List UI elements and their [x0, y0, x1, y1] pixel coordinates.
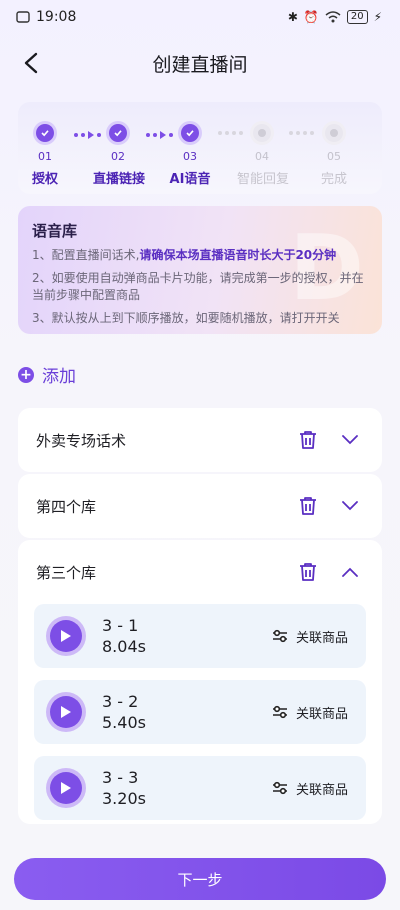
status-time: 19:08: [36, 9, 77, 25]
link-product-label: 关联商品: [295, 782, 348, 798]
library-card: 第三个库 3 - 1 8.04s 关联商品 3 - 2 5.40s 关联商品 3…: [18, 540, 382, 824]
library-card: 第四个库: [18, 474, 382, 538]
play-button[interactable]: [50, 620, 82, 652]
step-live-link: 02 直播链接: [93, 124, 146, 187]
step-number: 02: [111, 150, 125, 163]
audio-item: 3 - 1 8.04s 关联商品: [34, 604, 366, 668]
trash-icon: [300, 563, 316, 581]
chevron-up-icon: [342, 567, 358, 577]
expand-button[interactable]: [338, 428, 362, 452]
delete-button[interactable]: [296, 494, 320, 518]
library-name: 第三个库: [36, 563, 97, 582]
chevron-down-icon: [342, 501, 358, 511]
check-icon: [36, 124, 54, 142]
voice-library-info: D 语音库 1、配置直播间话术,请确保本场直播语音时长大于20分钟 2、如要使用…: [18, 206, 382, 334]
play-button[interactable]: [50, 696, 82, 728]
sliders-icon: [272, 629, 287, 643]
message-icon: [16, 11, 30, 23]
audio-name: 3 - 2: [102, 692, 139, 711]
audio-name: 3 - 1: [102, 616, 139, 635]
audio-duration: 3.20s: [102, 789, 146, 808]
link-product-button[interactable]: 关联商品: [272, 627, 348, 646]
library-card: 外卖专场话术: [18, 408, 382, 472]
expand-button[interactable]: [338, 494, 362, 518]
audio-name: 3 - 3: [102, 768, 139, 787]
voice-tip-1: 1、配置直播间话术,请确保本场直播语音时长大于20分钟: [32, 248, 337, 262]
step-complete: 05 完成: [309, 124, 359, 187]
step-number: 04: [255, 150, 269, 163]
library-header[interactable]: 第三个库: [18, 540, 382, 604]
play-icon: [61, 706, 71, 718]
bluetooth-icon: ✱: [287, 10, 298, 24]
audio-duration: 8.04s: [102, 637, 146, 656]
audio-duration: 5.40s: [102, 713, 146, 732]
trash-icon: [300, 497, 316, 515]
next-step-button[interactable]: 下一步: [14, 858, 386, 900]
link-product-button[interactable]: 关联商品: [272, 779, 348, 798]
voice-library-title: 语音库: [32, 222, 78, 240]
step-label: AI语音: [169, 172, 211, 187]
step-number: 03: [183, 150, 197, 163]
alarm-icon: ⏰: [303, 10, 319, 24]
step-label: 授权: [31, 172, 58, 187]
audio-item: 3 - 2 5.40s 关联商品: [34, 680, 366, 744]
trash-icon: [300, 431, 316, 449]
sliders-icon: [272, 705, 287, 719]
step-smart-reply: 04 智能回复: [237, 124, 290, 187]
delete-button[interactable]: [296, 428, 320, 452]
voice-tip-highlight: 请确保本场直播语音时长大于20分钟: [139, 248, 337, 262]
plus-icon: +: [18, 366, 34, 383]
step-label: 直播链接: [93, 172, 146, 187]
page-title: 创建直播间: [152, 54, 248, 76]
status-bar: 19:08 ✱ ⏰ 20 ⚡: [0, 0, 400, 34]
charging-icon: ⚡: [373, 10, 382, 24]
add-label: 添加: [42, 367, 76, 387]
delete-button[interactable]: [296, 560, 320, 584]
wifi-icon: [325, 11, 341, 23]
chevron-down-icon: [342, 435, 358, 445]
link-product-label: 关联商品: [295, 706, 348, 722]
step-label: 完成: [320, 172, 347, 187]
play-icon: [61, 782, 71, 794]
play-icon: [61, 630, 71, 642]
check-icon: [109, 124, 127, 142]
link-product-button[interactable]: 关联商品: [272, 703, 348, 722]
battery-icon: 20: [346, 10, 368, 24]
step-label: 智能回复: [237, 172, 290, 187]
audio-item: 3 - 3 3.20s 关联商品: [34, 756, 366, 820]
collapse-button[interactable]: [338, 560, 362, 584]
voice-tip-2: 2、如要使用自动弹商品卡片功能，请完成第一步的授权，并在当前步骤中配置商品: [32, 271, 364, 302]
steps-progress: 01 授权 02 直播链接 03 AI语音 04 智能回复 05 完成: [18, 102, 382, 194]
step-number: 05: [327, 150, 341, 163]
nav-bar: 创建直播间: [0, 40, 400, 84]
library-header[interactable]: 第四个库: [18, 474, 382, 538]
library-header[interactable]: 外卖专场话术: [18, 408, 382, 472]
step-number: 01: [38, 150, 52, 163]
check-icon: [181, 124, 199, 142]
link-product-label: 关联商品: [295, 630, 348, 646]
step-ai-voice: 03 AI语音: [165, 124, 215, 187]
voice-tip-3: 3、默认按从上到下顺序播放，如要随机播放，请打开开关: [32, 311, 340, 325]
sliders-icon: [272, 781, 287, 795]
library-name: 第四个库: [36, 497, 97, 516]
library-name: 外卖专场话术: [36, 431, 127, 450]
play-button[interactable]: [50, 772, 82, 804]
add-library-button[interactable]: + 添加: [18, 362, 76, 387]
step-authorize: 01 授权: [20, 124, 70, 187]
